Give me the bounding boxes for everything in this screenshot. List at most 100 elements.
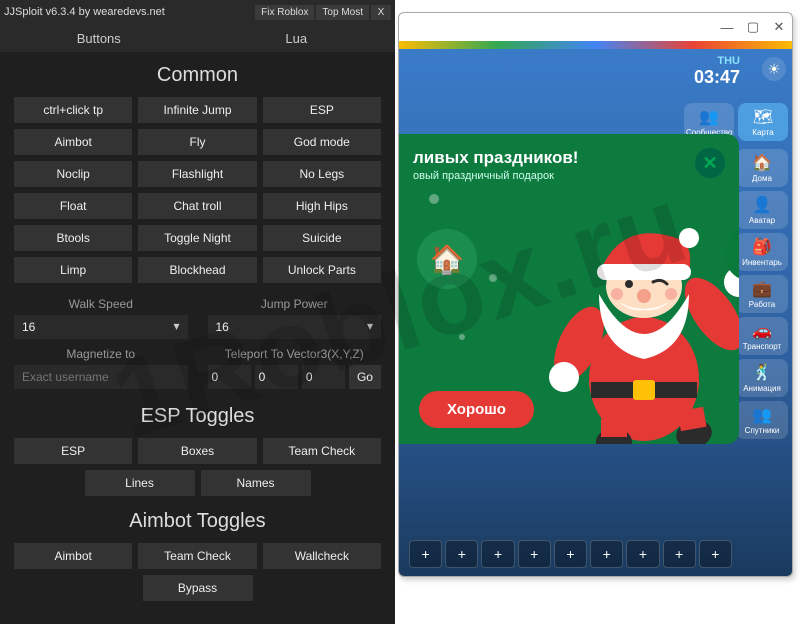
bypass-button[interactable]: Bypass bbox=[143, 575, 253, 601]
jjs-title: JJSploit v6.3.4 by wearedevs.net bbox=[4, 6, 253, 18]
weather-icon[interactable]: ☀ bbox=[762, 57, 786, 81]
tab-lua[interactable]: Lua bbox=[198, 24, 396, 52]
magnetize-input[interactable] bbox=[14, 365, 188, 389]
high-hips-button[interactable]: High Hips bbox=[263, 193, 381, 219]
esp-toggle-button[interactable]: ESP bbox=[14, 438, 132, 464]
sidebar-item-map[interactable]: 🗺 Карта bbox=[738, 103, 788, 141]
maximize-icon[interactable]: ▢ bbox=[746, 20, 760, 34]
game-viewport: ☀ THU 03:47 👥 Сообщество 🗺 Карта 🏠Дома 👤… bbox=[399, 49, 792, 576]
modal-title: ливых праздников! bbox=[413, 148, 725, 168]
toggle-night-button[interactable]: Toggle Night bbox=[138, 225, 256, 251]
avatar-icon: 👤 bbox=[738, 195, 786, 215]
inventory-icon: 🎒 bbox=[738, 237, 786, 257]
sidebar-item-transport[interactable]: 🚗Транспорт bbox=[736, 317, 788, 355]
hud-clock: THU 03:47 bbox=[694, 55, 740, 88]
teleport-y-input[interactable] bbox=[255, 365, 298, 389]
names-button[interactable]: Names bbox=[201, 470, 311, 496]
close-button[interactable]: X bbox=[371, 5, 391, 20]
esp-row2: Lines Names bbox=[14, 470, 381, 496]
hotbar-slot[interactable]: + bbox=[409, 540, 442, 568]
hotbar-slot[interactable]: + bbox=[554, 540, 587, 568]
jump-power-select[interactable]: 16 bbox=[208, 315, 382, 339]
lines-button[interactable]: Lines bbox=[85, 470, 195, 496]
sidebar-label: Работа bbox=[749, 300, 775, 309]
tab-buttons[interactable]: Buttons bbox=[0, 24, 198, 52]
jjsploit-window: JJSploit v6.3.4 by wearedevs.net Fix Rob… bbox=[0, 0, 395, 624]
hotbar-slot[interactable]: + bbox=[626, 540, 659, 568]
sidebar-item-animation[interactable]: 🕺Анимация bbox=[736, 359, 788, 397]
teleport-z-input[interactable] bbox=[302, 365, 345, 389]
community-icon: 👥 bbox=[686, 107, 732, 127]
sidebar-item-homes[interactable]: 🏠Дома bbox=[736, 149, 788, 187]
aimbot-button[interactable]: Aimbot bbox=[14, 129, 132, 155]
esp-button[interactable]: ESP bbox=[263, 97, 381, 123]
santa-illustration bbox=[529, 194, 739, 444]
hud-time: 03:47 bbox=[694, 67, 740, 88]
team-check-esp-button[interactable]: Team Check bbox=[263, 438, 381, 464]
fly-button[interactable]: Fly bbox=[138, 129, 256, 155]
hud-day: THU bbox=[694, 55, 740, 67]
hotbar: + + + + + + + + + bbox=[409, 540, 732, 568]
modal-close-button[interactable]: ✕ bbox=[695, 148, 725, 178]
companions-icon: 👥 bbox=[738, 405, 786, 425]
sidebar-label: Инвентарь bbox=[742, 258, 782, 267]
fix-roblox-button[interactable]: Fix Roblox bbox=[255, 5, 314, 20]
aimbot-row1: Aimbot Team Check Wallcheck bbox=[14, 543, 381, 569]
animation-icon: 🕺 bbox=[738, 363, 786, 383]
infinite-jump-button[interactable]: Infinite Jump bbox=[138, 97, 256, 123]
minimize-icon[interactable]: — bbox=[720, 20, 734, 34]
magnetize-teleport-row: Magnetize to Teleport To Vector3(X,Y,Z) … bbox=[14, 347, 381, 389]
blockhead-button[interactable]: Blockhead bbox=[138, 257, 256, 283]
jjs-tabs: Buttons Lua bbox=[0, 24, 395, 52]
common-heading: Common bbox=[14, 64, 381, 87]
sidebar-item-companions[interactable]: 👥Спутники bbox=[736, 401, 788, 439]
aimbot-toggle-button[interactable]: Aimbot bbox=[14, 543, 132, 569]
hotbar-slot[interactable]: + bbox=[663, 540, 696, 568]
aimbot-row2: Bypass bbox=[14, 575, 381, 601]
sidebar-label: Транспорт bbox=[743, 342, 781, 351]
sidebar-item-inventory[interactable]: 🎒Инвентарь bbox=[736, 233, 788, 271]
god-mode-button[interactable]: God mode bbox=[263, 129, 381, 155]
esp-row1: ESP Boxes Team Check bbox=[14, 438, 381, 464]
hotbar-slot[interactable]: + bbox=[699, 540, 732, 568]
hotbar-slot[interactable]: + bbox=[590, 540, 623, 568]
hotbar-slot[interactable]: + bbox=[481, 540, 514, 568]
noclip-button[interactable]: Noclip bbox=[14, 161, 132, 187]
teleport-x-input[interactable] bbox=[208, 365, 251, 389]
esp-heading: ESP Toggles bbox=[14, 405, 381, 428]
btools-button[interactable]: Btools bbox=[14, 225, 132, 251]
hotbar-slot[interactable]: + bbox=[518, 540, 551, 568]
magnetize-label: Magnetize to bbox=[14, 347, 188, 361]
hotbar-slot[interactable]: + bbox=[445, 540, 478, 568]
wallcheck-button[interactable]: Wallcheck bbox=[263, 543, 381, 569]
team-check-aim-button[interactable]: Team Check bbox=[138, 543, 256, 569]
jjs-titlebar: JJSploit v6.3.4 by wearedevs.net Fix Rob… bbox=[0, 0, 395, 24]
suicide-button[interactable]: Suicide bbox=[263, 225, 381, 251]
rbx-titlebar: — ▢ ✕ bbox=[399, 13, 792, 41]
common-grid: ctrl+click tp Infinite Jump ESP Aimbot F… bbox=[14, 97, 381, 283]
boxes-button[interactable]: Boxes bbox=[138, 438, 256, 464]
sidebar-label: Дома bbox=[752, 174, 772, 183]
jump-power-label: Jump Power bbox=[208, 297, 382, 311]
color-bar bbox=[399, 41, 792, 49]
window-close-icon[interactable]: ✕ bbox=[772, 20, 786, 34]
aimbot-heading: Aimbot Toggles bbox=[14, 510, 381, 533]
top-most-button[interactable]: Top Most bbox=[316, 5, 369, 20]
jjs-content: Common ctrl+click tp Infinite Jump ESP A… bbox=[0, 52, 395, 607]
sidebar-item-avatar[interactable]: 👤Аватар bbox=[736, 191, 788, 229]
unlock-parts-button[interactable]: Unlock Parts bbox=[263, 257, 381, 283]
sidebar-item-work[interactable]: 💼Работа bbox=[736, 275, 788, 313]
no-legs-button[interactable]: No Legs bbox=[263, 161, 381, 187]
home-icon: 🏠 bbox=[738, 153, 786, 173]
float-button[interactable]: Float bbox=[14, 193, 132, 219]
ctrl-click-tp-button[interactable]: ctrl+click tp bbox=[14, 97, 132, 123]
walk-speed-select[interactable]: 16 bbox=[14, 315, 188, 339]
limp-button[interactable]: Limp bbox=[14, 257, 132, 283]
flashlight-button[interactable]: Flashlight bbox=[138, 161, 256, 187]
chat-troll-button[interactable]: Chat troll bbox=[138, 193, 256, 219]
modal-ok-button[interactable]: Хорошо bbox=[419, 391, 534, 428]
sidebar-label: Спутники bbox=[745, 426, 780, 435]
sidebar-label: Карта bbox=[752, 128, 773, 137]
teleport-label: Teleport To Vector3(X,Y,Z) bbox=[208, 347, 382, 361]
teleport-go-button[interactable]: Go bbox=[349, 365, 381, 389]
